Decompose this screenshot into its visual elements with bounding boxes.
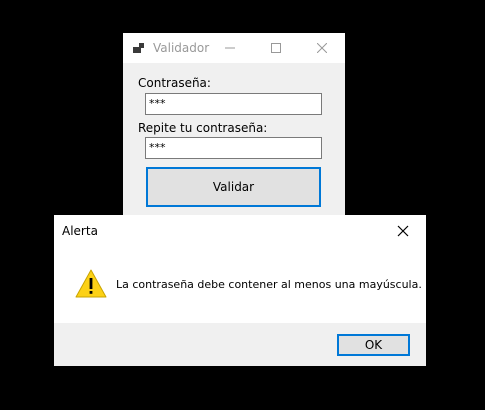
validator-window: Validador Contraseña: *** Repite tu cont — [123, 33, 345, 215]
validate-button[interactable]: Validar — [146, 167, 321, 207]
repeat-password-field[interactable]: *** — [145, 137, 322, 159]
alert-dialog: Alerta La contraseña debe contener al me… — [54, 215, 426, 366]
dialog-close-button[interactable] — [394, 222, 412, 240]
close-icon — [317, 43, 327, 53]
maximize-icon — [271, 43, 281, 53]
password-label: Contraseña: — [138, 76, 211, 90]
window-title: Validador — [153, 41, 210, 55]
dialog-footer: OK — [54, 323, 426, 366]
minimize-icon — [225, 47, 235, 49]
ok-button[interactable]: OK — [337, 334, 410, 356]
password-field[interactable]: *** — [145, 93, 322, 115]
repeat-password-label: Repite tu contraseña: — [138, 121, 268, 135]
close-button[interactable] — [299, 33, 345, 63]
desktop: Validador Contraseña: *** Repite tu cont — [0, 0, 485, 410]
minimize-button[interactable] — [207, 33, 253, 63]
dialog-title: Alerta — [62, 224, 98, 238]
close-icon — [397, 225, 409, 237]
warning-icon — [75, 269, 107, 298]
title-bar[interactable]: Validador — [123, 33, 345, 63]
maximize-button[interactable] — [253, 33, 299, 63]
app-form-icon — [133, 43, 144, 53]
dialog-message: La contraseña debe contener al menos una… — [116, 278, 422, 291]
